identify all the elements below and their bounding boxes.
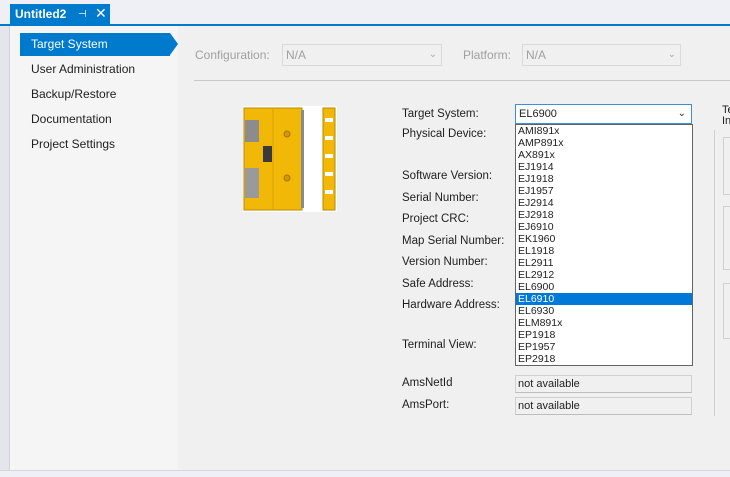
chevron-down-icon: ⌄ — [428, 49, 437, 60]
separator — [194, 80, 730, 81]
right-group-box-1 — [723, 137, 730, 195]
dropdown-option[interactable]: EL6930 — [516, 305, 692, 317]
platform-combo[interactable]: N/A ⌄ — [522, 44, 681, 66]
dropdown-option[interactable]: EP1918 — [516, 329, 692, 341]
dropdown-option[interactable]: AX891x — [516, 149, 692, 161]
dropdown-option[interactable]: EL1918 — [516, 245, 692, 257]
dropdown-option[interactable]: AMP891x — [516, 137, 692, 149]
dropdown-option[interactable]: ELM891x — [516, 317, 692, 329]
target-system-label: Target System: — [402, 108, 479, 120]
configuration-value: N/A — [286, 48, 307, 62]
document-tab[interactable]: Untitled2 ⊣ ✕ — [10, 4, 110, 25]
physical-device-label: Physical Device: — [402, 128, 487, 140]
dropdown-option[interactable]: EL6910 — [516, 293, 692, 305]
serial-number-label: Serial Number: — [402, 192, 479, 204]
chevron-down-icon: ⌄ — [677, 108, 686, 119]
close-icon[interactable]: ✕ — [95, 3, 107, 24]
terminal-view-label: Terminal View: — [402, 339, 477, 351]
dropdown-option[interactable]: EJ1918 — [516, 173, 692, 185]
dropdown-option[interactable]: EJ1914 — [516, 161, 692, 173]
ams-net-id-field: not available — [515, 375, 692, 393]
dropdown-option[interactable]: EP2918 — [516, 353, 692, 365]
configuration-label: Configuration: — [195, 48, 270, 62]
hardware-address-label: Hardware Address: — [402, 299, 500, 311]
sidebar-item-target-system[interactable]: Target System — [20, 33, 170, 56]
dropdown-option[interactable]: AMI891x — [516, 125, 692, 137]
dropdown-option[interactable]: EL2912 — [516, 269, 692, 281]
dropdown-option[interactable]: EJ1957 — [516, 185, 692, 197]
target-system-value: EL6900 — [519, 108, 557, 120]
dropdown-option[interactable]: EJ6910 — [516, 221, 692, 233]
platform-label: Platform: — [463, 48, 512, 62]
software-version-label: Software Version: — [402, 170, 493, 182]
terminal-device-image — [243, 106, 337, 212]
target-system-combo[interactable]: EL6900 ⌄ — [515, 104, 692, 124]
sidebar-item-documentation[interactable]: Documentation — [20, 108, 170, 131]
right-panel-heading-2: In — [722, 115, 730, 127]
chevron-down-icon: ⌄ — [667, 49, 676, 60]
target-system-dropdown-list[interactable]: AMI891x AMP891x AX891x EJ1914 EJ1918 EJ1957 EJ… — [515, 124, 693, 366]
dropdown-option[interactable]: EJ2918 — [516, 209, 692, 221]
version-number-label: Version Number: — [402, 256, 488, 268]
ams-net-id-label: AmsNetId — [402, 377, 453, 389]
dropdown-option[interactable]: EP1957 — [516, 341, 692, 353]
right-group-box-3 — [723, 283, 730, 339]
dropdown-option[interactable]: EJ2914 — [516, 197, 692, 209]
ams-port-label: AmsPort: — [402, 399, 450, 411]
ams-port-field: not available — [515, 397, 692, 415]
active-nav-arrow — [170, 33, 178, 55]
left-dock-strip — [0, 26, 10, 477]
safe-address-label: Safe Address: — [402, 278, 474, 290]
sidebar-item-project-settings[interactable]: Project Settings — [20, 133, 170, 156]
dropdown-option[interactable]: EL2911 — [516, 257, 692, 269]
right-group-box-2 — [723, 206, 730, 270]
status-strip — [0, 470, 730, 477]
map-serial-number-label: Map Serial Number: — [402, 235, 505, 247]
document-tab-title: Untitled2 — [15, 7, 67, 21]
configuration-combo[interactable]: N/A ⌄ — [282, 44, 442, 66]
platform-value: N/A — [526, 48, 547, 62]
pin-icon[interactable]: ⊣ — [78, 4, 87, 25]
sidebar-item-backup-restore[interactable]: Backup/Restore — [20, 83, 170, 106]
dropdown-option[interactable]: EL6900 — [516, 281, 692, 293]
sidebar-item-user-administration[interactable]: User Administration — [20, 58, 170, 81]
dropdown-option[interactable]: EK1960 — [516, 233, 692, 245]
project-crc-label: Project CRC: — [402, 213, 470, 225]
